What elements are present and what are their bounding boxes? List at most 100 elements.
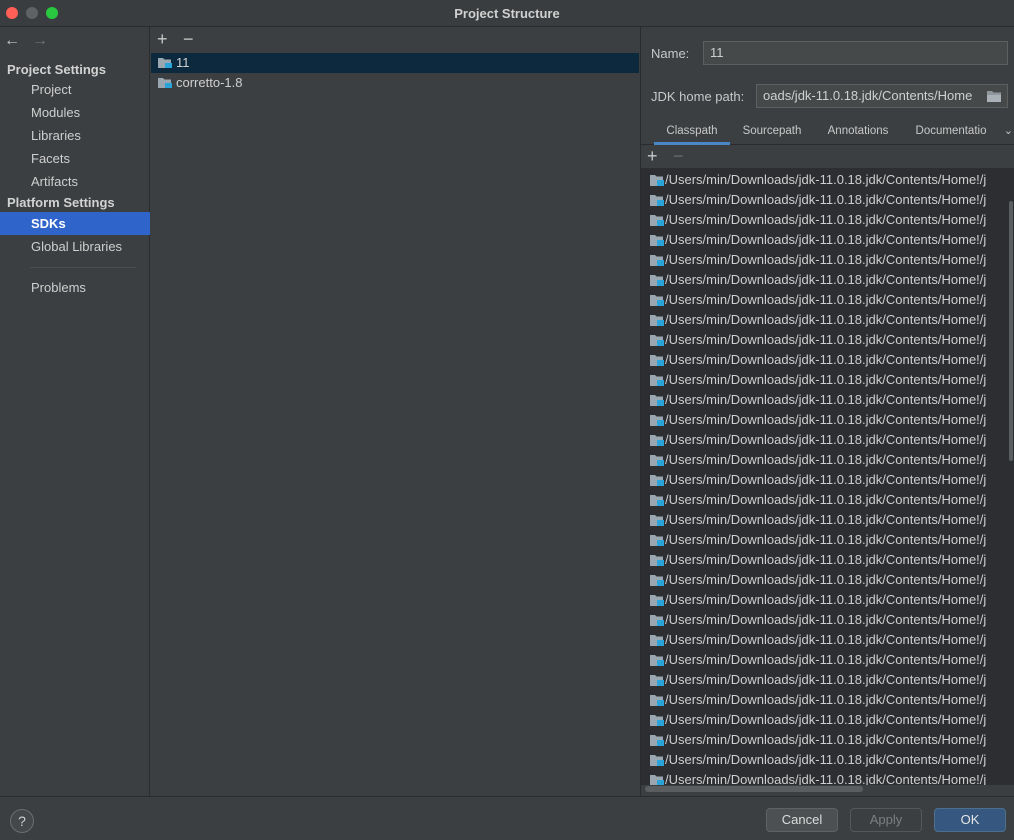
classpath-entry: /Users/min/Downloads/jdk-11.0.18.jdk/Con… (665, 512, 987, 527)
classpath-row[interactable]: /Users/min/Downloads/jdk-11.0.18.jdk/Con… (641, 610, 1014, 630)
classpath-entry: /Users/min/Downloads/jdk-11.0.18.jdk/Con… (665, 772, 987, 785)
back-arrow-icon[interactable]: ← (4, 32, 20, 50)
jar-folder-icon (650, 695, 664, 706)
classpath-row[interactable]: /Users/min/Downloads/jdk-11.0.18.jdk/Con… (641, 270, 1014, 290)
settings-sidebar: ← → Project Settings Project Modules Lib… (0, 27, 150, 796)
classpath-row[interactable]: /Users/min/Downloads/jdk-11.0.18.jdk/Con… (641, 650, 1014, 670)
ok-button[interactable]: OK (934, 808, 1006, 832)
platform-settings-heading: Platform Settings (7, 195, 115, 210)
jar-folder-icon (650, 675, 664, 686)
jar-folder-icon (650, 355, 664, 366)
tab-classpath[interactable]: Classpath (654, 119, 730, 145)
jar-folder-icon (650, 195, 664, 206)
classpath-row[interactable]: /Users/min/Downloads/jdk-11.0.18.jdk/Con… (641, 730, 1014, 750)
classpath-row[interactable]: /Users/min/Downloads/jdk-11.0.18.jdk/Con… (641, 490, 1014, 510)
sidebar-item-problems[interactable]: Problems (0, 276, 150, 299)
chevron-down-icon[interactable]: ⌄ (1004, 124, 1013, 137)
jar-folder-icon (650, 175, 664, 186)
classpath-row[interactable]: /Users/min/Downloads/jdk-11.0.18.jdk/Con… (641, 510, 1014, 530)
classpath-row[interactable]: /Users/min/Downloads/jdk-11.0.18.jdk/Con… (641, 290, 1014, 310)
tab-annotations[interactable]: Annotations (821, 119, 895, 145)
jar-folder-icon (650, 435, 664, 446)
classpath-entry: /Users/min/Downloads/jdk-11.0.18.jdk/Con… (665, 692, 987, 707)
classpath-row[interactable]: /Users/min/Downloads/jdk-11.0.18.jdk/Con… (641, 190, 1014, 210)
classpath-entry: /Users/min/Downloads/jdk-11.0.18.jdk/Con… (665, 372, 987, 387)
remove-sdk-button[interactable]: − (183, 29, 194, 49)
classpath-row[interactable]: /Users/min/Downloads/jdk-11.0.18.jdk/Con… (641, 390, 1014, 410)
apply-button[interactable]: Apply (850, 808, 922, 832)
cancel-button[interactable]: Cancel (766, 808, 838, 832)
classpath-entry: /Users/min/Downloads/jdk-11.0.18.jdk/Con… (665, 312, 987, 327)
classpath-row[interactable]: /Users/min/Downloads/jdk-11.0.18.jdk/Con… (641, 450, 1014, 470)
tab-documentation[interactable]: Documentatio (909, 119, 993, 145)
classpath-row[interactable]: /Users/min/Downloads/jdk-11.0.18.jdk/Con… (641, 770, 1014, 785)
forward-arrow-icon[interactable]: → (32, 32, 48, 50)
classpath-entry: /Users/min/Downloads/jdk-11.0.18.jdk/Con… (665, 572, 987, 587)
window-title: Project Structure (454, 6, 560, 21)
classpath-row[interactable]: /Users/min/Downloads/jdk-11.0.18.jdk/Con… (641, 550, 1014, 570)
classpath-entry: /Users/min/Downloads/jdk-11.0.18.jdk/Con… (665, 192, 987, 207)
jar-folder-icon (650, 515, 664, 526)
classpath-row[interactable]: /Users/min/Downloads/jdk-11.0.18.jdk/Con… (641, 590, 1014, 610)
classpath-row[interactable]: /Users/min/Downloads/jdk-11.0.18.jdk/Con… (641, 230, 1014, 250)
classpath-row[interactable]: /Users/min/Downloads/jdk-11.0.18.jdk/Con… (641, 250, 1014, 270)
classpath-row[interactable]: /Users/min/Downloads/jdk-11.0.18.jdk/Con… (641, 210, 1014, 230)
classpath-entry: /Users/min/Downloads/jdk-11.0.18.jdk/Con… (665, 532, 987, 547)
classpath-row[interactable]: /Users/min/Downloads/jdk-11.0.18.jdk/Con… (641, 170, 1014, 190)
sdk-item-label: 11 (176, 55, 190, 70)
classpath-entry: /Users/min/Downloads/jdk-11.0.18.jdk/Con… (665, 252, 987, 267)
jdk-home-path-field[interactable]: oads/jdk-11.0.18.jdk/Contents/Home (756, 84, 1008, 108)
classpath-row[interactable]: /Users/min/Downloads/jdk-11.0.18.jdk/Con… (641, 630, 1014, 650)
classpath-row[interactable]: /Users/min/Downloads/jdk-11.0.18.jdk/Con… (641, 670, 1014, 690)
classpath-row[interactable]: /Users/min/Downloads/jdk-11.0.18.jdk/Con… (641, 530, 1014, 550)
classpath-entry: /Users/min/Downloads/jdk-11.0.18.jdk/Con… (665, 752, 987, 767)
help-button[interactable]: ? (10, 809, 34, 833)
classpath-entry: /Users/min/Downloads/jdk-11.0.18.jdk/Con… (665, 472, 987, 487)
jdk-home-path-value: oads/jdk-11.0.18.jdk/Contents/Home (763, 88, 973, 103)
jar-folder-icon (650, 315, 664, 326)
browse-folder-icon[interactable] (986, 90, 1002, 103)
classpath-row[interactable]: /Users/min/Downloads/jdk-11.0.18.jdk/Con… (641, 370, 1014, 390)
classpath-list[interactable]: /Users/min/Downloads/jdk-11.0.18.jdk/Con… (641, 168, 1014, 785)
sdk-item-label: corretto-1.8 (176, 75, 243, 90)
sidebar-item-sdks[interactable]: SDKs (0, 212, 150, 235)
classpath-entry: /Users/min/Downloads/jdk-11.0.18.jdk/Con… (665, 272, 987, 287)
add-sdk-button[interactable]: + (157, 29, 168, 49)
jar-folder-icon (650, 335, 664, 346)
classpath-row[interactable]: /Users/min/Downloads/jdk-11.0.18.jdk/Con… (641, 570, 1014, 590)
jar-folder-icon (650, 295, 664, 306)
classpath-row[interactable]: /Users/min/Downloads/jdk-11.0.18.jdk/Con… (641, 430, 1014, 450)
classpath-row[interactable]: /Users/min/Downloads/jdk-11.0.18.jdk/Con… (641, 310, 1014, 330)
jar-folder-icon (650, 255, 664, 266)
classpath-row[interactable]: /Users/min/Downloads/jdk-11.0.18.jdk/Con… (641, 750, 1014, 770)
sidebar-item-artifacts[interactable]: Artifacts (0, 170, 150, 193)
classpath-row[interactable]: /Users/min/Downloads/jdk-11.0.18.jdk/Con… (641, 410, 1014, 430)
sidebar-item-project[interactable]: Project (0, 78, 150, 101)
sdk-item[interactable]: 11 (151, 53, 639, 73)
jar-folder-icon (650, 475, 664, 486)
add-classpath-button[interactable]: + (647, 146, 658, 166)
classpath-row[interactable]: /Users/min/Downloads/jdk-11.0.18.jdk/Con… (641, 470, 1014, 490)
tab-sourcepath[interactable]: Sourcepath (736, 119, 808, 145)
classpath-entry: /Users/min/Downloads/jdk-11.0.18.jdk/Con… (665, 612, 987, 627)
jar-folder-icon (650, 275, 664, 286)
classpath-row[interactable]: /Users/min/Downloads/jdk-11.0.18.jdk/Con… (641, 330, 1014, 350)
sdk-name-field[interactable]: 11 (703, 41, 1008, 65)
sidebar-item-global-libraries[interactable]: Global Libraries (0, 235, 150, 258)
sdk-item[interactable]: corretto-1.8 (151, 73, 639, 93)
horizontal-scrollbar[interactable] (645, 786, 863, 792)
classpath-row[interactable]: /Users/min/Downloads/jdk-11.0.18.jdk/Con… (641, 710, 1014, 730)
jdk-folder-icon (158, 58, 172, 68)
jar-folder-icon (650, 415, 664, 426)
classpath-row[interactable]: /Users/min/Downloads/jdk-11.0.18.jdk/Con… (641, 690, 1014, 710)
remove-classpath-button[interactable]: − (673, 146, 684, 166)
classpath-entry: /Users/min/Downloads/jdk-11.0.18.jdk/Con… (665, 652, 987, 667)
vertical-scrollbar[interactable] (1009, 201, 1013, 461)
jdk-home-path-label: JDK home path: (651, 89, 745, 104)
sidebar-item-modules[interactable]: Modules (0, 101, 150, 124)
sidebar-item-libraries[interactable]: Libraries (0, 124, 150, 147)
dialog-footer: ? Cancel Apply OK (0, 796, 1014, 840)
jar-folder-icon (650, 655, 664, 666)
sidebar-item-facets[interactable]: Facets (0, 147, 150, 170)
classpath-row[interactable]: /Users/min/Downloads/jdk-11.0.18.jdk/Con… (641, 350, 1014, 370)
